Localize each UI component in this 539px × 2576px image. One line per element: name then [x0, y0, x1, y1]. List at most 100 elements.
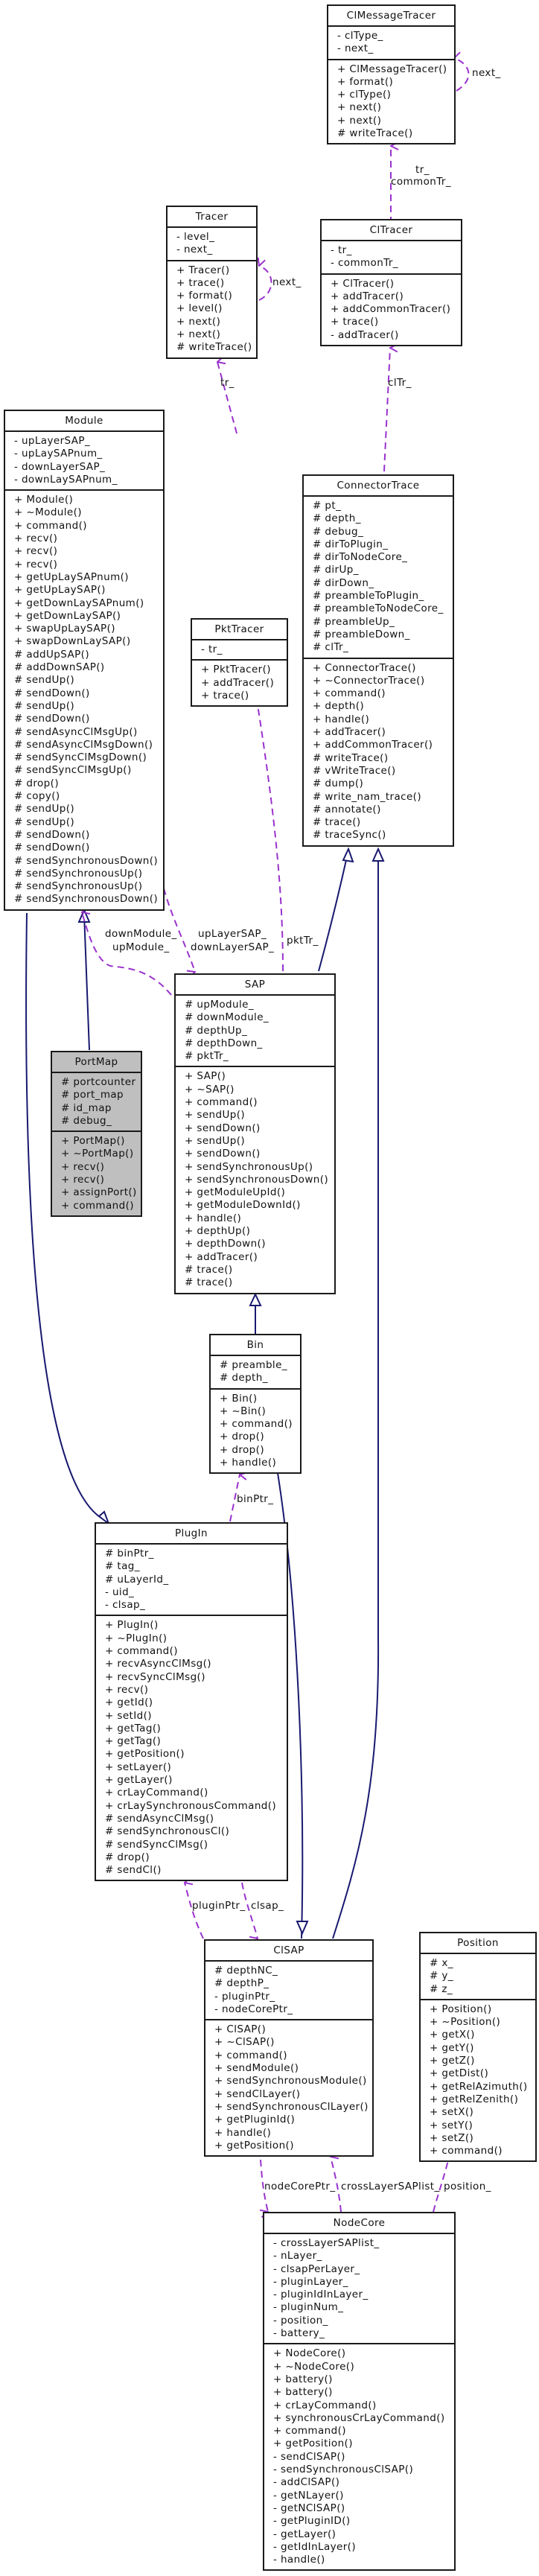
class-method: + addTracer() [331, 290, 404, 302]
class-bin[interactable]: Bin # preamble_ # depth_ + Bin() + ~Bin() +… [209, 1334, 302, 1475]
edge-label-cltracer-commontr: commonTr_ [391, 176, 451, 188]
class-clsap[interactable]: ClSAP # depthNC_ # depthP_ - pluginPtr_ - n… [204, 1939, 374, 2157]
class-connectortrace[interactable]: ConnectorTrace # pt_ # depth_ # debug_ # di… [302, 474, 454, 847]
class-attribute: # depthUp_ [185, 1024, 248, 1037]
class-attribute: # preambleToNodeCore_ [313, 602, 444, 615]
class-method: + getDownLaySAP() [14, 609, 121, 622]
class-method: # sendDown() [14, 828, 90, 841]
class-methods: + Position() + ~Position() + getX() + getY(… [421, 1998, 535, 2161]
class-method: + next() [176, 328, 221, 341]
class-pkttracer[interactable]: PktTracer - tr_ + PktTracer() + addTracer… [191, 618, 288, 707]
class-method: + sendDown() [185, 1122, 261, 1134]
edge-label-plugin-binptr: binPtr_ [237, 1493, 274, 1505]
edge-label-pkttracer-tr: tr_ [220, 377, 235, 389]
class-method: # drop() [105, 1851, 150, 1863]
edge-plugin-module [25, 912, 109, 1522]
class-title: ConnectorTrace [304, 476, 453, 497]
class-method: + next() [176, 315, 221, 328]
class-method: + getPosition() [214, 2139, 294, 2152]
class-cltracer[interactable]: ClTracer - tr_ - commonTr_ + ClTracer() + … [320, 219, 462, 347]
class-method: + ~SAP() [185, 1083, 235, 1095]
class-attributes: - level_ - next_ [168, 228, 256, 260]
class-methods: + SAP() + ~SAP() + command() + sendUp() + se… [176, 1066, 334, 1292]
class-title: NodeCore [264, 2213, 454, 2234]
class-method: + trace() [176, 276, 225, 289]
class-method: # sendAsyncClMsgUp() [14, 725, 138, 738]
class-attribute: # x_ [430, 1957, 453, 1969]
class-attribute: - next_ [337, 42, 374, 55]
class-attribute: # preambleUp_ [313, 615, 395, 628]
class-methods: + ClMessageTracer() + format() + clType() +… [328, 58, 454, 144]
class-method: - getIdInLayer() [273, 2540, 356, 2553]
class-methods: + ClSAP() + ~ClSAP() + command() + sendModu… [205, 2019, 372, 2155]
class-nodecore[interactable]: NodeCore - crossLayerSAPlist_ - nLayer_ - … [263, 2212, 456, 2572]
class-method: + addTracer() [185, 1250, 258, 1263]
class-method: - handle() [273, 2554, 325, 2566]
edge-label-module-uplayersap: upLayerSAP_ [198, 928, 267, 940]
class-title: SAP [176, 975, 334, 996]
edge-connector-cltracer [383, 348, 390, 472]
class-attribute: - pluginNum_ [273, 2301, 344, 2314]
class-attribute: - upLaySAPnum_ [14, 448, 103, 460]
class-method: + handle() [220, 1457, 277, 1469]
class-methods: + Tracer() + trace() + format() + level() + … [168, 259, 256, 357]
class-method: + getPluginId() [214, 2114, 296, 2126]
class-method: # sendSynchronousUp() [14, 880, 143, 893]
class-method: + trace() [331, 316, 379, 328]
edge-label-connector-cltr: clTr_ [388, 377, 412, 389]
class-method: # traceSync() [313, 829, 386, 842]
class-attribute: # depthNC_ [214, 1965, 278, 1976]
class-attributes: # portcounter # port_map # id_map # debug_ [52, 1073, 141, 1130]
class-method: # sendCl() [105, 1864, 162, 1877]
class-method: + sendModule() [214, 2062, 299, 2075]
class-attribute: # debug_ [313, 525, 364, 538]
class-method: # sendSynchronousCl() [105, 1825, 230, 1838]
class-method: # sendSyncClMsgDown() [14, 751, 147, 764]
class-method: + ~PortMap() [61, 1148, 134, 1160]
class-method: + PlugIn() [105, 1619, 159, 1632]
class-method: + addCommonTracer() [331, 303, 451, 316]
class-clmessagetracer[interactable]: ClMessageTracer - clType_ - next_ + ClMes… [327, 4, 456, 145]
class-attribute: # y_ [430, 1970, 453, 1982]
class-method: # dump() [313, 777, 364, 790]
class-portmap[interactable]: PortMap # portcounter # port_map # id_map #… [51, 1051, 142, 1217]
class-plugin[interactable]: PlugIn # binPtr_ # tag_ # uLayerId_ - uid_ -… [95, 1522, 288, 1882]
class-method: + PktTracer() [201, 664, 271, 676]
class-method: # addDownSAP() [14, 661, 105, 674]
class-method: + command() [185, 1096, 258, 1109]
class-method: + recv() [14, 545, 58, 558]
class-method: + format() [176, 290, 233, 302]
class-method: - getNClSAP() [273, 2502, 345, 2514]
class-method: + command() [220, 1418, 293, 1431]
class-sap[interactable]: SAP # upModule_ # downModule_ # depthUp_ # … [174, 973, 336, 1294]
class-method: + crLayCommand() [273, 2399, 377, 2411]
class-method: # writeTrace() [337, 127, 413, 140]
class-method: # sendUp() [14, 674, 75, 687]
class-method: + ConnectorTrace() [313, 661, 416, 674]
class-method: + swapUpLaySAP() [14, 623, 115, 635]
class-attribute: - downLayerSAP_ [14, 460, 106, 473]
class-method: + handle() [313, 713, 370, 725]
class-tracer[interactable]: Tracer - level_ - next_ + Tracer() + trace… [166, 206, 258, 359]
class-attributes: - tr_ - commonTr_ [322, 241, 461, 273]
class-method: # writeTrace() [313, 751, 389, 764]
class-method: + getTag() [105, 1735, 162, 1748]
class-method: + next() [337, 101, 382, 114]
class-attributes: # x_ # y_ # z_ [421, 1954, 535, 1999]
class-method: # sendAsyncClMsg() [105, 1812, 214, 1825]
class-attribute: - pluginLayer_ [273, 2275, 348, 2288]
class-position[interactable]: Position # x_ # y_ # z_ + Position() + ~Pos… [419, 1932, 537, 2163]
class-method: + command() [14, 519, 87, 532]
class-method: + battery() [273, 2373, 333, 2385]
edge-label-clsap-pluginptr: pluginPtr_ [192, 1900, 246, 1912]
class-method: + sendDown() [185, 1148, 261, 1160]
class-method: + recv() [61, 1160, 105, 1173]
class-method: + depthUp() [185, 1225, 251, 1238]
class-method: # sendSynchronousDown() [14, 893, 159, 906]
class-method: + ~PlugIn() [105, 1632, 168, 1644]
class-method: + setZ() [430, 2131, 474, 2144]
class-module[interactable]: Module - upLayerSAP_ - upLaySAPnum_ - down… [4, 410, 165, 911]
class-method: + ~NodeCore() [273, 2360, 355, 2373]
class-method: + format() [337, 75, 394, 88]
edge-label-nodecore-crosslayer: crossLayerSAPlist_ [341, 2181, 440, 2192]
